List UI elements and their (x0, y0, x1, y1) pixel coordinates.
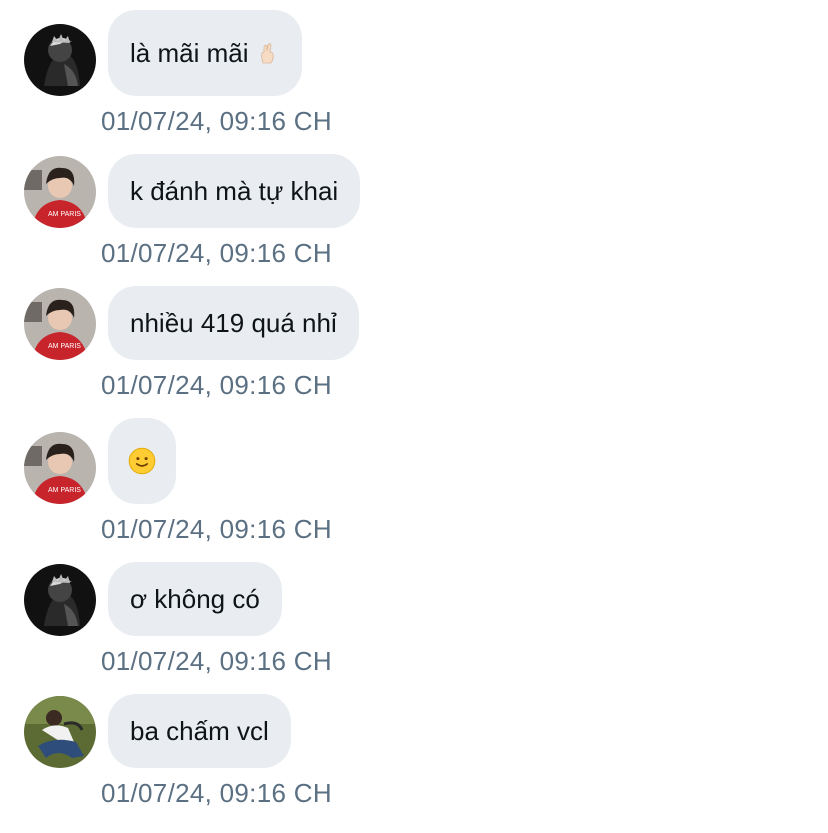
message-timestamp: 01/07/24, 09:16 CH (101, 370, 332, 400)
message-bubble[interactable] (108, 418, 176, 504)
avatar-outdoor-icon[interactable] (24, 696, 96, 768)
message-bubble[interactable]: ba chấm vcl (108, 694, 291, 768)
svg-text:AM PARIS: AM PARIS (48, 343, 81, 350)
message-timestamp: 01/07/24, 09:16 CH (101, 514, 332, 544)
avatar-red-hoodie-icon[interactable]: AM PARIS (24, 156, 96, 228)
message-text: ba chấm vcl (130, 716, 269, 746)
slightly-smiling-face-emoji-icon (128, 447, 156, 475)
message-bubble[interactable]: là mãi mãi (108, 10, 303, 96)
fingers-crossed-emoji-icon (256, 41, 280, 65)
svg-text:AM PARIS: AM PARIS (48, 487, 81, 494)
message-timestamp: 01/07/24, 09:16 CH (101, 106, 332, 136)
avatar-red-hoodie-icon[interactable]: AM PARIS (24, 432, 96, 504)
message-text: ơ không có (130, 584, 260, 614)
avatar-dark-icon[interactable] (24, 564, 96, 636)
message-text: nhiều 419 quá nhỉ (130, 308, 337, 338)
message-text: là mãi mãi (130, 38, 249, 68)
avatar-dark-icon[interactable] (24, 24, 96, 96)
avatar-red-hoodie-icon[interactable]: AM PARIS (24, 288, 96, 360)
message-bubble[interactable]: nhiều 419 quá nhỉ (108, 286, 359, 360)
message-timestamp: 01/07/24, 09:16 CH (101, 646, 332, 676)
svg-text:AM PARIS: AM PARIS (48, 211, 81, 218)
message-timestamp: 01/07/24, 09:16 CH (101, 778, 332, 808)
message-text: k đánh mà tự khai (130, 176, 339, 206)
message-timestamp: 01/07/24, 09:16 CH (101, 238, 332, 268)
message-bubble[interactable]: ơ không có (108, 562, 282, 636)
message-bubble[interactable]: k đánh mà tự khai (108, 154, 361, 228)
